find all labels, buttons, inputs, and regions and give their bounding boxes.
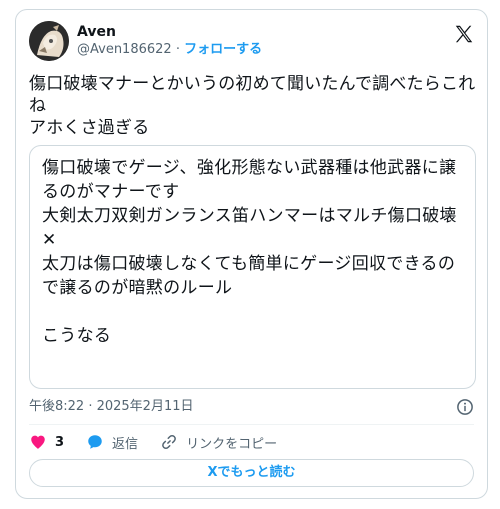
link-icon [162,434,176,450]
quoted-text-box: 傷口破壊でゲージ、強化形態ない武器種は他武器に譲るのがマナーです 大剣太刀双剣ガ… [29,145,476,389]
like-button[interactable]: 3 [29,433,64,451]
handle-separator: · [175,42,180,57]
author-handle-line: @Aven186622 · フォローする [77,41,262,59]
author-display-name[interactable]: Aven [77,23,262,41]
follow-button[interactable]: フォローする [184,42,262,57]
reply-label: 返信 [112,436,139,452]
action-bar: 3 返信 リンクをコピー [29,431,299,453]
author-block: Aven @Aven186622 · フォローする [77,23,262,59]
tweet-timestamp[interactable]: 午後8:22 · 2025年2月11日 [29,399,194,415]
info-icon[interactable] [456,398,474,416]
divider [29,424,474,425]
like-count: 3 [55,434,65,450]
copy-link-button[interactable]: リンクをコピー [160,433,277,452]
read-more-on-x-button[interactable]: Xでもっと読む [29,459,474,487]
x-logo-icon[interactable] [453,23,475,45]
copy-link-label: リンクをコピー [186,436,278,452]
tweet-text: 傷口破壊マナーとかいうの初めて聞いたんで調べたらこれね アホくさ過ぎる [29,74,476,138]
heart-icon [31,435,45,449]
reply-button[interactable]: 返信 [86,433,138,452]
tweet-card: Aven @Aven186622 · フォローする 傷口破壊マナーとかいうの初め… [15,9,488,499]
avatar-image [29,21,69,61]
avatar[interactable] [29,21,69,61]
author-handle[interactable]: @Aven186622 [77,42,172,57]
tweet-header: Aven @Aven186622 · フォローする [29,21,475,63]
reply-bubble-icon [88,435,102,449]
